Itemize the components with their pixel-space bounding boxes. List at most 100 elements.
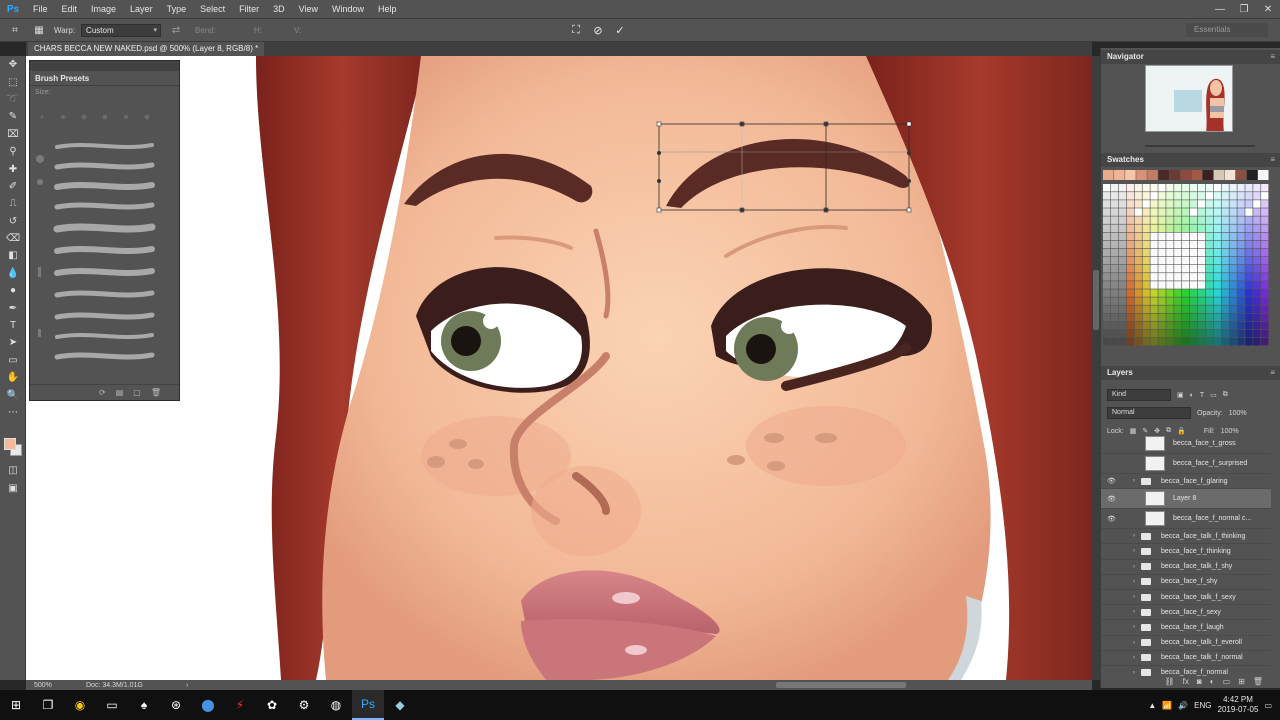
swatch[interactable] [1245,297,1253,305]
swatch[interactable] [1103,192,1111,200]
swatch[interactable] [1189,232,1198,241]
swatch[interactable] [1150,337,1158,346]
tool-preset-icon[interactable]: ⌗ [6,22,24,38]
swatch[interactable] [1150,200,1158,208]
zoom-level[interactable]: 500% [26,682,86,689]
swatch[interactable] [1221,216,1229,224]
swatch[interactable] [1142,224,1150,233]
swatch[interactable] [1110,216,1119,224]
foreground-color-swatch[interactable] [4,438,16,450]
history-brush-tool-icon[interactable]: ↺ [0,213,26,230]
swatch[interactable] [1174,200,1182,208]
swatch[interactable] [1150,321,1158,330]
swatch[interactable] [1213,216,1221,224]
swatch[interactable] [1174,289,1182,297]
swatch[interactable] [1110,200,1119,208]
swatch[interactable] [1118,248,1127,257]
swatch[interactable] [1189,337,1198,346]
swatch[interactable] [1126,329,1135,338]
swatch[interactable] [1237,200,1245,208]
swatch[interactable] [1261,208,1269,216]
language-indicator[interactable]: ENG [1194,701,1211,710]
swatch[interactable] [1245,232,1253,241]
eyedropper-tool-icon[interactable]: ⚲ [0,143,26,160]
swatch[interactable] [1245,289,1253,297]
swatch[interactable] [1134,208,1142,216]
swatch[interactable] [1237,313,1245,322]
swatches-grid[interactable] [1103,170,1269,348]
swatch[interactable] [1158,208,1166,216]
swatch[interactable] [1166,297,1174,305]
swatch[interactable] [1142,337,1150,346]
tray-dropbox-icon[interactable]: ▲ [1148,701,1156,710]
swatch[interactable] [1110,248,1119,257]
swatch[interactable] [1189,200,1198,208]
swatch[interactable] [1126,321,1135,330]
swatch[interactable] [1134,200,1142,208]
swatch[interactable] [1169,170,1180,180]
swatch[interactable] [1126,224,1135,233]
swatch[interactable] [1245,265,1253,273]
chevron-right-icon[interactable]: › [1133,640,1135,646]
swatch[interactable] [1245,240,1253,249]
layer-row[interactable]: 👁 Layer 8 [1101,489,1271,510]
swatch[interactable] [1166,273,1174,281]
swatch[interactable] [1261,329,1269,338]
warp-mode-icon[interactable]: ▦ [30,22,48,38]
swatch[interactable] [1237,297,1245,305]
brush-tool-icon[interactable]: ✐ [0,178,26,195]
menu-file[interactable]: File [26,0,55,19]
eye-icon[interactable]: 👁 [1107,477,1117,485]
swatch[interactable] [1118,208,1127,216]
swatch[interactable] [1213,240,1221,249]
swatch[interactable] [1191,170,1203,180]
swatch[interactable] [1213,265,1221,273]
swatch[interactable] [1205,321,1214,330]
swatch[interactable] [1197,256,1206,265]
swatch[interactable] [1103,256,1111,265]
swatch[interactable] [1103,232,1111,241]
swatch[interactable] [1213,256,1221,265]
swatch[interactable] [1150,273,1158,281]
swatch[interactable] [1229,321,1237,330]
menu-type[interactable]: Type [160,0,194,19]
swatch[interactable] [1182,337,1190,346]
swatch[interactable] [1197,232,1206,241]
swatch[interactable] [1261,248,1269,257]
swatch[interactable] [1189,281,1198,289]
swatch[interactable] [1213,337,1221,346]
status-arrow-icon[interactable]: › [186,682,188,689]
swatch[interactable] [1253,289,1261,297]
brush-stroke-list[interactable] [30,107,181,382]
swatch[interactable] [1221,192,1229,200]
swatch[interactable] [1253,232,1261,241]
blend-mode-select[interactable]: Normal [1107,407,1191,419]
swatch[interactable] [1189,240,1198,249]
swatch[interactable] [1229,273,1237,281]
swatch[interactable] [1134,337,1142,346]
swatch[interactable] [1150,192,1158,200]
healing-brush-tool-icon[interactable]: ✚ [0,160,26,177]
swatch[interactable] [1245,337,1253,346]
swatch[interactable] [1158,321,1166,330]
swatch[interactable] [1126,281,1135,289]
swatch[interactable] [1134,305,1142,314]
swatch[interactable] [1110,273,1119,281]
swatch[interactable] [1125,170,1136,180]
swatch[interactable] [1197,321,1206,330]
layer-row[interactable]: › becca_face_talk_f_thinking [1101,529,1271,545]
swatch[interactable] [1158,216,1166,224]
swatch[interactable] [1110,329,1119,338]
swatch[interactable] [1246,170,1258,180]
swatch[interactable] [1174,273,1182,281]
swatch[interactable] [1142,248,1150,257]
swatch[interactable] [1158,273,1166,281]
swatch[interactable] [1134,216,1142,224]
swatch[interactable] [1205,208,1214,216]
swatch[interactable] [1205,297,1214,305]
swatch[interactable] [1126,208,1135,216]
swatch[interactable] [1103,248,1111,257]
swatch[interactable] [1158,232,1166,241]
swatch[interactable] [1142,208,1150,216]
swatch[interactable] [1126,248,1135,257]
